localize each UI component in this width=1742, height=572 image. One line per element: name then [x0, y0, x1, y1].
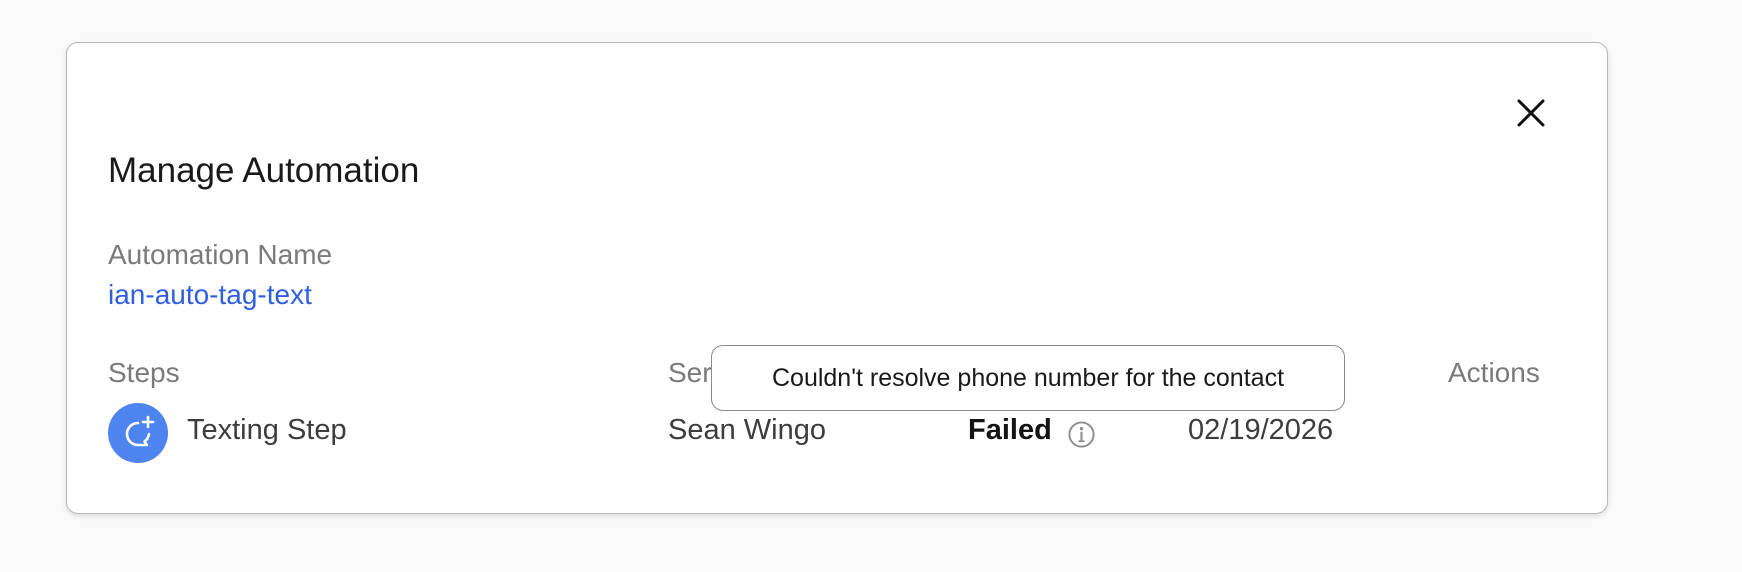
status-text: Failed	[968, 414, 1052, 446]
date-text: 02/19/2026	[1188, 414, 1334, 446]
contact-name: Sean Wingo	[668, 414, 826, 446]
chat-add-icon	[108, 403, 168, 463]
modal-title: Manage Automation	[108, 151, 420, 190]
close-icon	[1517, 99, 1545, 127]
info-icon[interactable]	[1067, 420, 1096, 449]
status-tooltip: Couldn't resolve phone number for the co…	[711, 345, 1345, 411]
column-header-sent: Ser	[668, 357, 712, 388]
automation-name-link[interactable]: ian-auto-tag-text	[108, 279, 312, 311]
manage-automation-modal: Manage Automation Automation Name ian-au…	[66, 42, 1608, 514]
close-button[interactable]	[1511, 93, 1551, 133]
column-header-steps: Steps	[108, 357, 180, 388]
column-header-actions: Actions	[1448, 357, 1540, 388]
step-name: Texting Step	[187, 414, 347, 446]
automation-name-label: Automation Name	[108, 239, 333, 270]
